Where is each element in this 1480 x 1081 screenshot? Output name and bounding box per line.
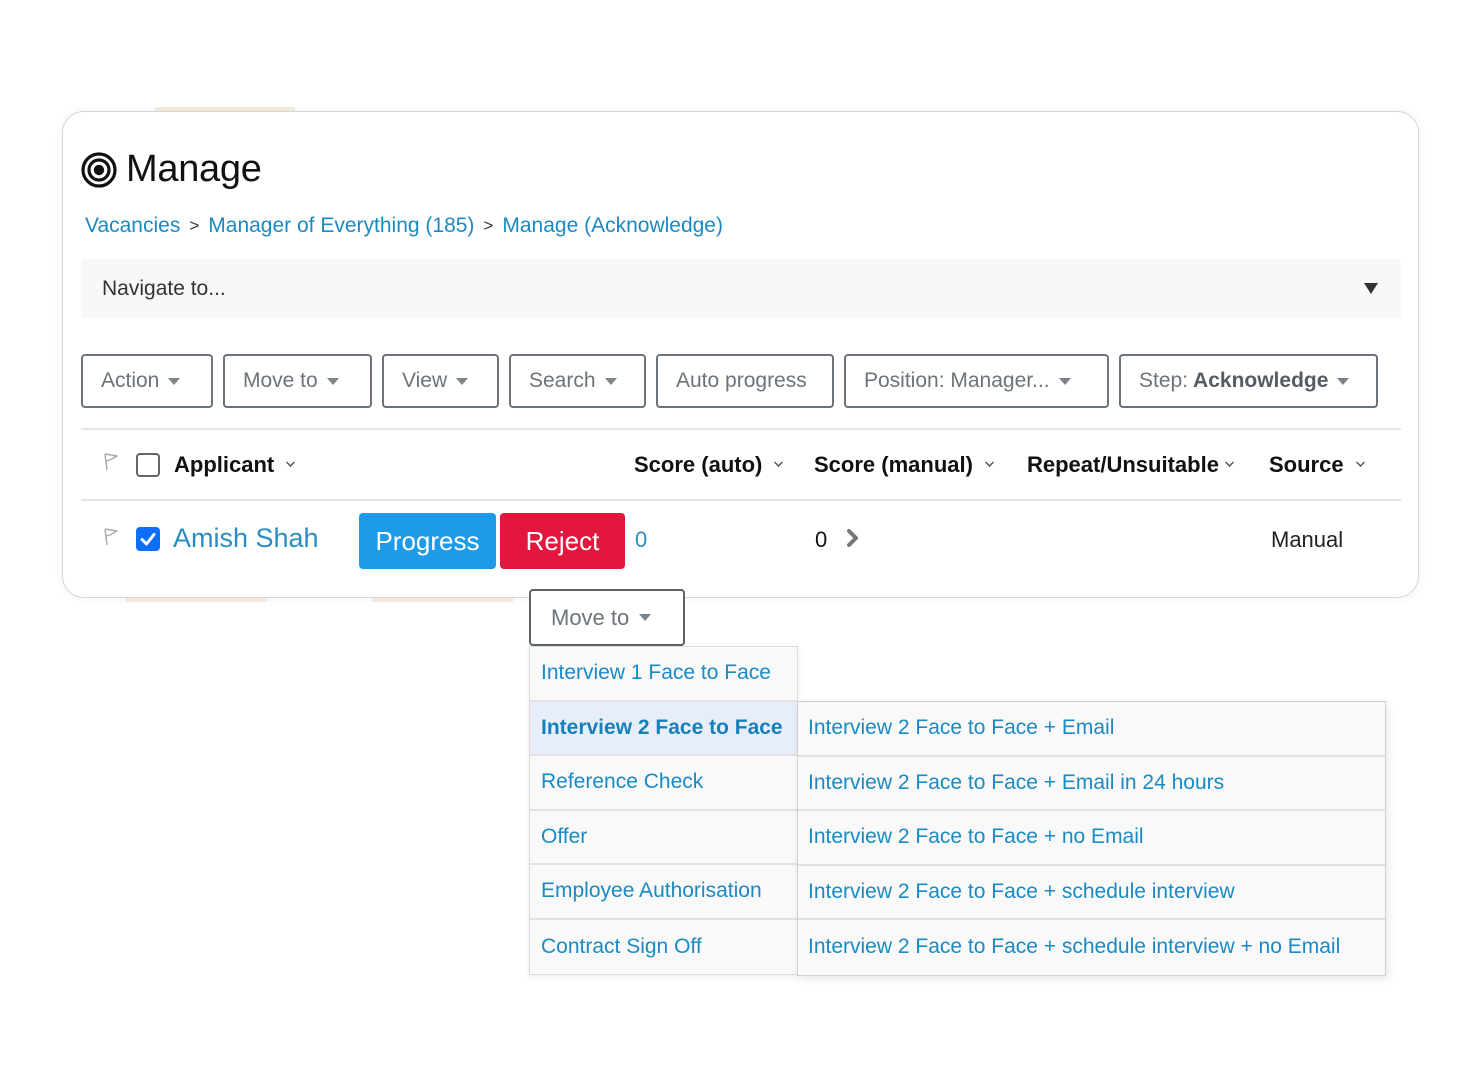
action-dropdown[interactable]: Action [81, 354, 213, 408]
move-to-submenu: Interview 2 Face to Face + Email Intervi… [797, 701, 1386, 976]
manage-card: Manage Vacancies > Manager of Everything… [62, 111, 1419, 598]
caret-down-icon [639, 614, 652, 621]
column-applicant-label: Applicant [174, 452, 275, 477]
menu-item[interactable]: Employee Authorisation [530, 865, 797, 920]
reject-button[interactable]: Reject [500, 513, 625, 569]
breadcrumb-separator: > [483, 216, 494, 235]
caret-down-icon [168, 377, 181, 385]
column-score-manual[interactable]: Score (manual) [814, 452, 994, 478]
page-header: Manage [81, 148, 262, 191]
breadcrumb-vacancy[interactable]: Manager of Everything (185) [208, 214, 474, 238]
caret-down-icon [1337, 377, 1350, 385]
chevron-down-icon [286, 457, 296, 467]
auto-progress-button[interactable]: Auto progress [656, 354, 834, 408]
view-label: View [402, 369, 448, 392]
search-label: Search [529, 369, 596, 392]
breadcrumb-separator: > [189, 216, 200, 235]
select-all-checkbox[interactable] [136, 453, 160, 477]
column-score-auto-label: Score (auto) [634, 452, 763, 477]
table-row: Amish Shah Progress Reject 0 0 Manual [63, 501, 1418, 591]
chevron-right-icon[interactable] [845, 526, 861, 550]
menu-item[interactable]: Contract Sign Off [530, 920, 797, 975]
submenu-item[interactable]: Interview 2 Face to Face + schedule inte… [798, 866, 1385, 920]
column-repeat-unsuitable[interactable]: Repeat/Unsuitable [1027, 452, 1234, 478]
position-label: Position: Manager... [864, 369, 1050, 392]
move-to-dropdown[interactable]: Move to [223, 354, 372, 408]
step-dropdown[interactable]: Step: Acknowledge [1119, 354, 1378, 408]
move-to-menu: Interview 1 Face to Face Interview 2 Fac… [529, 646, 798, 975]
breadcrumb: Vacancies > Manager of Everything (185) … [85, 214, 723, 238]
toolbar: Action Move to View Search Auto progress… [81, 354, 1388, 408]
submenu-item[interactable]: Interview 2 Face to Face + schedule inte… [798, 920, 1385, 975]
flag-icon[interactable] [101, 527, 121, 547]
background-decoration [372, 598, 513, 602]
checkmark-icon [140, 533, 156, 546]
chevron-down-icon [1224, 457, 1234, 467]
applicant-name-link[interactable]: Amish Shah [173, 523, 319, 554]
row-checkbox[interactable] [136, 527, 160, 551]
score-auto-link[interactable]: 0 [635, 527, 647, 553]
menu-item[interactable]: Reference Check [530, 756, 797, 811]
menu-item[interactable]: Interview 1 Face to Face [530, 647, 797, 702]
column-source-label: Source [1269, 452, 1344, 477]
caret-down-icon [456, 377, 469, 385]
page-title: Manage [126, 148, 262, 190]
caret-down-icon [1058, 377, 1071, 385]
position-dropdown[interactable]: Position: Manager... [844, 354, 1109, 408]
column-applicant[interactable]: Applicant [174, 452, 296, 478]
submenu-item[interactable]: Interview 2 Face to Face + Email [798, 702, 1385, 757]
chevron-down-icon [774, 457, 784, 467]
table-header: Applicant Score (auto) Score (manual) Re… [63, 430, 1418, 499]
score-manual-value: 0 [815, 527, 828, 552]
flag-icon[interactable] [101, 452, 121, 472]
column-score-manual-label: Score (manual) [814, 452, 973, 477]
step-prefix: Step: [1139, 369, 1189, 392]
background-decoration [126, 598, 267, 602]
step-value: Acknowledge [1193, 369, 1329, 392]
move-to-label: Move to [243, 369, 318, 392]
progress-button[interactable]: Progress [359, 513, 496, 569]
search-dropdown[interactable]: Search [509, 354, 646, 408]
breadcrumb-manage[interactable]: Manage (Acknowledge) [502, 214, 723, 238]
column-repeat-unsuitable-label: Repeat/Unsuitable [1027, 452, 1219, 477]
caret-down-icon [326, 377, 339, 385]
auto-progress-label: Auto progress [676, 369, 807, 392]
menu-item[interactable]: Offer [530, 811, 797, 865]
submenu-item[interactable]: Interview 2 Face to Face + no Email [798, 811, 1385, 866]
caret-down-icon [604, 377, 617, 385]
row-move-to-label: Move to [551, 604, 630, 630]
target-icon [81, 151, 117, 188]
menu-item-active[interactable]: Interview 2 Face to Face [530, 701, 797, 756]
chevron-down-icon [984, 457, 994, 467]
navigate-placeholder: Navigate to... [102, 276, 226, 300]
chevron-down-icon [1355, 457, 1365, 467]
row-move-to-dropdown[interactable]: Move to [529, 589, 685, 646]
breadcrumb-vacancies[interactable]: Vacancies [85, 214, 180, 238]
column-source[interactable]: Source [1269, 452, 1365, 478]
column-score-auto[interactable]: Score (auto) [634, 452, 784, 478]
action-label: Action [101, 369, 160, 392]
caret-down-icon [1364, 283, 1378, 294]
source-value: Manual [1271, 527, 1344, 552]
navigate-select[interactable]: Navigate to... [81, 259, 1401, 318]
submenu-item[interactable]: Interview 2 Face to Face + Email in 24 h… [798, 757, 1385, 811]
view-dropdown[interactable]: View [382, 354, 499, 408]
